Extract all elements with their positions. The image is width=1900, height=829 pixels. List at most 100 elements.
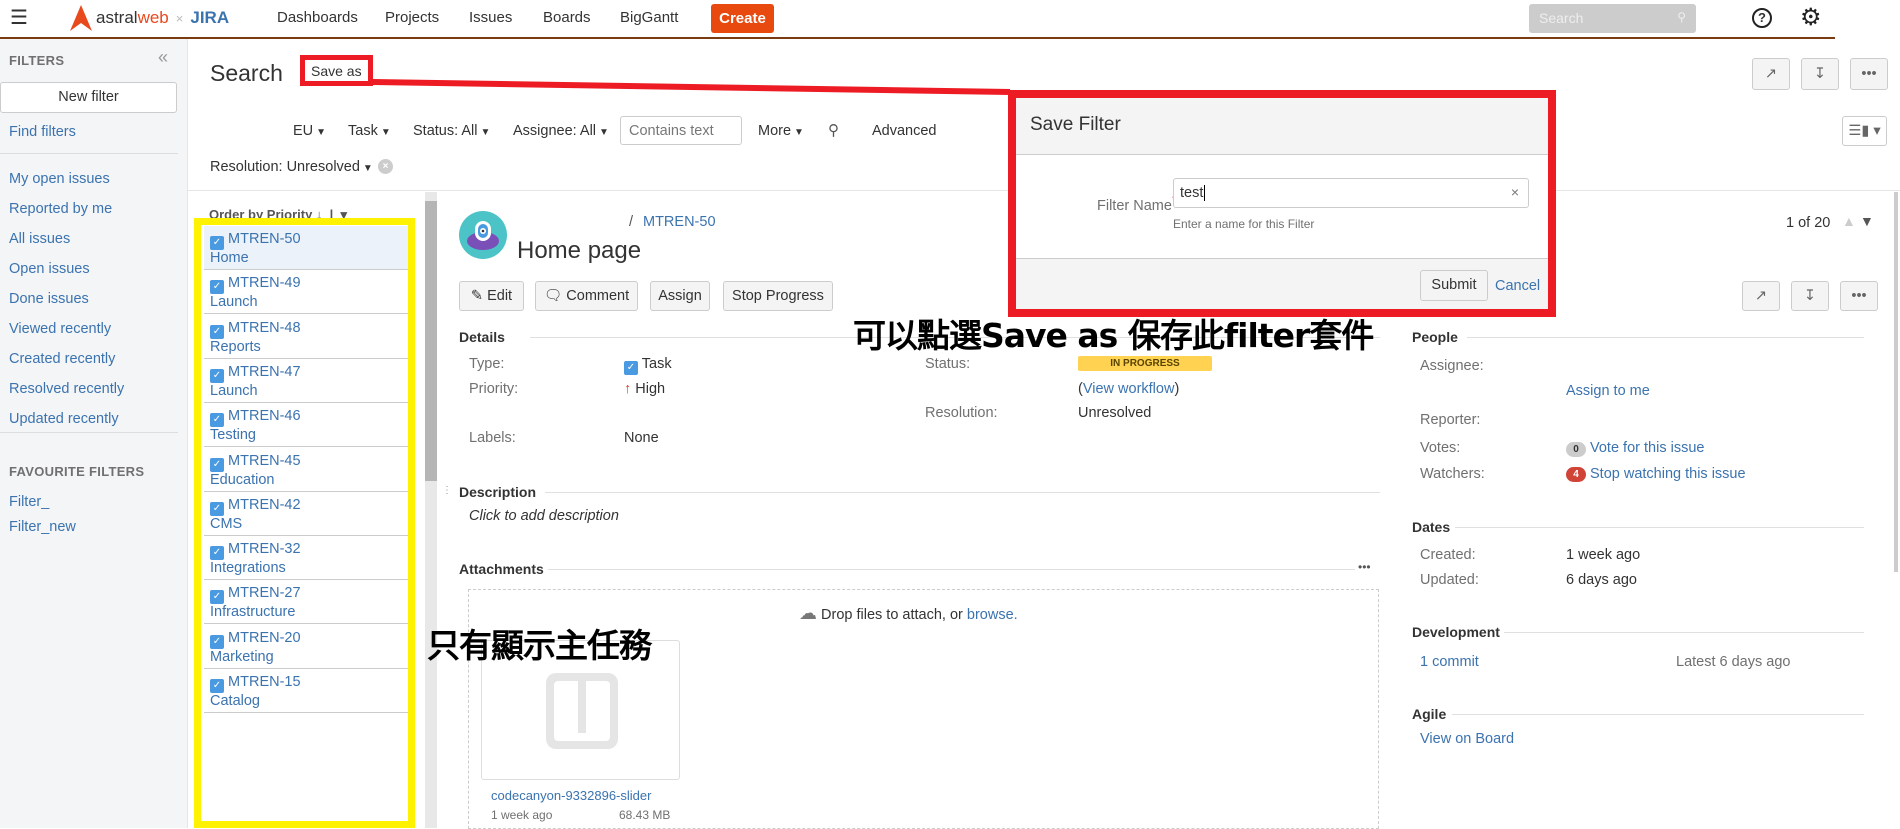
issue-more-button[interactable]: ••• — [1840, 281, 1878, 311]
issue-summary[interactable]: Catalog — [210, 693, 260, 709]
export-button[interactable]: ↧ — [1801, 58, 1839, 90]
menu-icon[interactable]: ☰ — [10, 8, 28, 28]
nav-boards[interactable]: Boards — [543, 9, 591, 26]
vote-link[interactable]: Vote for this issue — [1590, 440, 1704, 456]
issue-summary[interactable]: Infrastructure — [210, 604, 295, 620]
filter-resolution[interactable]: Resolution: Unresolved ▼ — [210, 159, 373, 175]
issue-summary[interactable]: CMS — [210, 516, 242, 532]
issue-key[interactable]: ✓ MTREN-48 — [210, 320, 301, 339]
layout-toggle-button[interactable]: ☰▮ ▾ — [1842, 116, 1887, 146]
sidebar-item-all-issues[interactable]: All issues — [9, 231, 70, 247]
issue-summary[interactable]: Launch — [210, 383, 258, 399]
previous-issue-icon[interactable]: ▲ — [1842, 213, 1856, 229]
nav-biggantt[interactable]: BigGantt — [620, 9, 678, 26]
view-on-board-link[interactable]: View on Board — [1420, 731, 1514, 747]
sidebar-item-open-issues[interactable]: Open issues — [9, 261, 90, 277]
stop-progress-button[interactable]: Stop Progress — [723, 281, 833, 311]
issue-summary[interactable]: Marketing — [210, 649, 274, 665]
next-issue-icon[interactable]: ▼ — [1860, 213, 1874, 229]
issue-list-item[interactable]: ✓ MTREN-46 Testing — [204, 403, 408, 448]
browse-link[interactable]: browse. — [967, 607, 1018, 623]
issue-summary[interactable]: Integrations — [210, 560, 286, 576]
filter-more[interactable]: More ▼ — [758, 123, 804, 139]
favourite-filter-1[interactable]: Filter_ — [9, 494, 49, 510]
sidebar-item-my-open-issues[interactable]: My open issues — [9, 171, 110, 187]
issue-list-item[interactable]: ✓ MTREN-47 Launch — [204, 359, 408, 403]
sidebar-item-done-issues[interactable]: Done issues — [9, 291, 89, 307]
issue-share-button[interactable]: ↗ — [1742, 281, 1780, 311]
issue-key[interactable]: ✓ MTREN-46 — [210, 408, 301, 428]
favourite-filter-2[interactable]: Filter_new — [9, 519, 76, 535]
filter-status[interactable]: Status: All ▼ — [413, 123, 490, 139]
find-filters-link[interactable]: Find filters — [9, 124, 76, 140]
issue-list-item[interactable]: ✓ MTREN-50 Home — [204, 226, 408, 270]
issue-key-link[interactable]: MTREN-50 — [643, 214, 716, 230]
advanced-search-link[interactable]: Advanced — [872, 123, 937, 139]
issue-key[interactable]: ✓ MTREN-32 — [210, 541, 301, 561]
assign-to-me-link[interactable]: Assign to me — [1566, 383, 1650, 399]
view-workflow-link[interactable]: View workflow — [1083, 381, 1175, 397]
search-icon[interactable]: ⚲ — [828, 121, 839, 139]
stop-watching-link[interactable]: Stop watching this issue — [1590, 466, 1746, 482]
list-scrollbar[interactable] — [425, 192, 437, 828]
help-icon[interactable]: ? — [1752, 8, 1772, 28]
issue-key[interactable]: ✓ MTREN-20 — [210, 630, 301, 649]
issue-summary[interactable]: Testing — [210, 427, 256, 443]
attachments-more-icon[interactable]: ••• — [1358, 560, 1371, 574]
issue-key[interactable]: ✓ MTREN-45 — [210, 453, 301, 472]
sidebar-item-resolved-recently[interactable]: Resolved recently — [9, 381, 124, 397]
filter-assignee[interactable]: Assignee: All ▼ — [513, 123, 609, 139]
issue-title[interactable]: Home page — [517, 237, 641, 265]
issue-key[interactable]: ✓ MTREN-15 — [210, 674, 301, 693]
nav-issues[interactable]: Issues — [469, 9, 512, 26]
issue-export-button[interactable]: ↧ — [1791, 281, 1829, 311]
issue-summary[interactable]: Reports — [210, 339, 261, 355]
issue-list-item[interactable]: ✓ MTREN-32 Integrations — [204, 536, 408, 581]
collapse-icon[interactable]: « — [158, 47, 168, 68]
commits-link[interactable]: 1 commit — [1420, 654, 1479, 670]
issue-key[interactable]: ✓ MTREN-42 — [210, 497, 301, 516]
comment-button[interactable]: 🗨︎ Comment — [535, 281, 638, 311]
save-as-button[interactable]: Save as — [300, 55, 373, 86]
scrollbar-thumb[interactable] — [425, 201, 437, 481]
logo[interactable]: astral web × JIRA — [69, 3, 229, 33]
nav-dashboards[interactable]: Dashboards — [277, 9, 358, 26]
edit-button[interactable]: ✎ Edit — [459, 281, 524, 311]
issue-list-item[interactable]: ✓ MTREN-45 Education — [204, 448, 408, 492]
sidebar-item-reported-by-me[interactable]: Reported by me — [9, 201, 112, 217]
sidebar-item-created-recently[interactable]: Created recently — [9, 351, 115, 367]
issue-list-item[interactable]: ✓ MTREN-15 Catalog — [204, 669, 408, 713]
issue-list-item[interactable]: ✓ MTREN-27 Infrastructure — [204, 580, 408, 625]
filter-name-input[interactable]: test × — [1173, 178, 1529, 208]
issue-key[interactable]: ✓ MTREN-50 — [210, 231, 301, 250]
share-button[interactable]: ↗ — [1752, 58, 1790, 90]
clear-input-icon[interactable]: × — [1511, 184, 1519, 200]
filter-type[interactable]: Task ▼ — [348, 123, 391, 139]
sidebar-item-updated-recently[interactable]: Updated recently — [9, 411, 119, 427]
issue-list-item[interactable]: ✓ MTREN-49 Launch — [204, 270, 408, 315]
clear-filter-icon[interactable]: × — [378, 159, 393, 174]
resize-handle[interactable]: ⋮ — [442, 486, 452, 496]
gear-icon[interactable]: ⚙ — [1800, 3, 1822, 32]
assign-button[interactable]: Assign — [650, 281, 710, 311]
issue-key[interactable]: ✓ MTREN-47 — [210, 364, 301, 383]
issue-list-item[interactable]: ✓ MTREN-20 Marketing — [204, 625, 408, 669]
detail-scrollbar[interactable] — [1894, 192, 1898, 572]
description-placeholder[interactable]: Click to add description — [469, 508, 619, 524]
cancel-link[interactable]: Cancel — [1495, 278, 1540, 294]
filter-project[interactable]: EU ▼ — [293, 123, 326, 139]
issue-list-item[interactable]: ✓ MTREN-42 CMS — [204, 492, 408, 536]
issue-summary[interactable]: Launch — [210, 294, 258, 310]
create-button[interactable]: Create — [711, 4, 774, 33]
global-search-input[interactable]: Search ⚲ — [1529, 4, 1696, 33]
issue-summary[interactable]: Home — [210, 250, 249, 266]
new-filter-button[interactable]: New filter — [0, 82, 177, 113]
sidebar-item-viewed-recently[interactable]: Viewed recently — [9, 321, 111, 337]
issue-summary[interactable]: Education — [210, 472, 275, 488]
issue-key[interactable]: ✓ MTREN-27 — [210, 585, 301, 605]
attachment-filename[interactable]: codecanyon-9332896-slider — [491, 788, 661, 803]
status-badge[interactable]: IN PROGRESS — [1078, 356, 1212, 371]
contains-text-input[interactable]: Contains text — [620, 116, 742, 145]
nav-projects[interactable]: Projects — [385, 9, 439, 26]
issue-key[interactable]: ✓ MTREN-49 — [210, 275, 301, 295]
